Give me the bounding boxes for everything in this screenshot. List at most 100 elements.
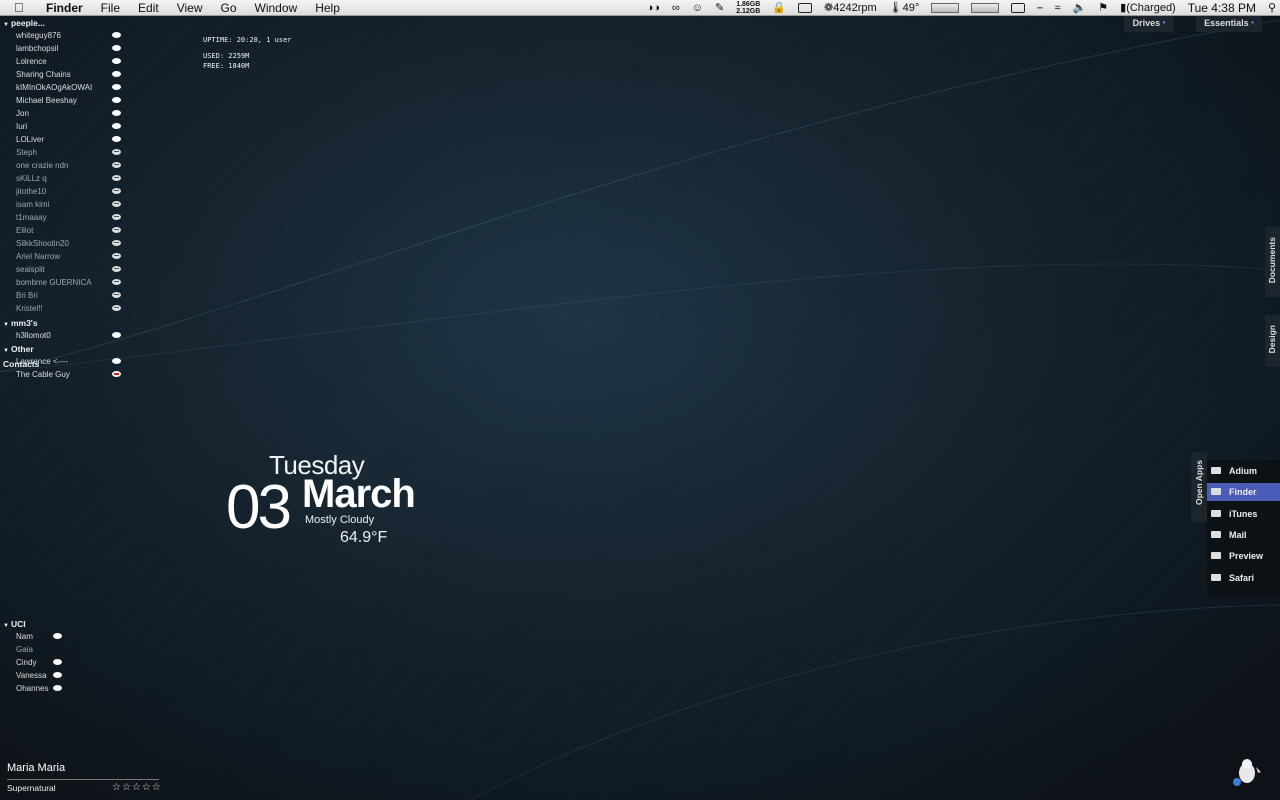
adium-status-icon[interactable]: ☺ [692,0,703,16]
apple-menu-icon[interactable]:  [14,0,28,16]
status-bubble-icon [112,71,121,77]
group-name: UCI [10,619,26,629]
bluetooth-icon[interactable] [1037,0,1042,16]
contact-name: The Cable Guy [16,370,70,379]
stack-design-label: Design [1267,325,1277,354]
disclosure-triangle-icon[interactable]: ▼ [3,623,9,629]
contact-row[interactable]: Michael Beeshay [16,94,121,107]
cloud-sync-icon[interactable]: ◑◑ [647,0,660,16]
stack-drives[interactable]: Drives • [1124,16,1174,32]
contact-row[interactable]: SilkkShootin20 [16,237,121,250]
menu-window[interactable]: Window [246,0,307,16]
open-apps-tab[interactable]: Open Apps [1191,452,1207,522]
stack-indicator-icon: • [1251,18,1254,27]
contact-row[interactable]: Cindy [16,656,66,669]
contact-row[interactable]: Bri Bri [16,289,121,302]
status-bubble-icon [112,188,121,194]
app-name: Safari [1229,572,1255,583]
contact-row[interactable]: one crazie ndn [16,159,121,172]
os-badge-icon[interactable]: ∞ [672,0,680,16]
contact-row[interactable]: LOLiver [16,133,121,146]
menu-view[interactable]: View [168,0,212,16]
temperature-monitor[interactable]: 🌡 49° [889,0,920,16]
contact-name: Gaia [16,645,33,654]
display-icon[interactable] [1011,3,1026,13]
contact-row[interactable]: Jon [16,107,121,120]
contact-row[interactable]: Vanessa [16,669,66,682]
track-rating-stars[interactable]: ☆☆☆☆☆ [112,782,162,793]
disclosure-triangle-icon[interactable]: ▼ [3,322,9,328]
disclosure-triangle-icon[interactable]: ▼ [3,348,9,354]
contact-row[interactable]: Lolrence [16,55,121,68]
us-flag-icon[interactable]: ⚑ [1098,0,1108,16]
spaces-icon[interactable] [798,3,813,13]
contact-name: bombme GUERNICA [16,278,92,287]
volume-icon[interactable]: 🔈 [1073,0,1087,16]
contact-row[interactable]: isam kimi [16,198,121,211]
lock-icon[interactable]: 🔒 [772,0,786,16]
menu-file[interactable]: File [92,0,129,16]
contact-row[interactable]: Nam [16,630,66,643]
fan-monitor[interactable]: ❁ 4242rpm [824,0,877,16]
wifi-icon[interactable]: ≈ [1055,0,1061,16]
menu-clock[interactable]: Tue 4:38 PM [1188,0,1256,16]
contact-name: SilkkShootin20 [16,239,69,248]
menu-finder[interactable]: Finder [40,0,92,16]
menu-help[interactable]: Help [306,0,349,16]
open-app-item[interactable]: iTunes [1207,505,1280,523]
contact-row[interactable]: Lawrence <---- [16,355,121,368]
contact-row[interactable]: Ohannes [16,682,66,695]
contact-row[interactable]: Iuri [16,120,121,133]
stack-essentials[interactable]: Essentials • [1196,16,1262,32]
contact-row[interactable]: kIMInOkAOgAkOWAI [16,81,121,94]
contact-row[interactable]: h3llomot0 [16,329,121,342]
group-name: peeple... [10,18,45,28]
status-bubble-icon [112,201,121,207]
open-app-item[interactable]: Mail [1207,526,1280,544]
open-app-item[interactable]: Preview [1207,547,1280,565]
wallpaper-curves [0,19,1280,800]
track-title: Maria Maria [7,762,66,774]
adium-duck-icon[interactable] [1232,755,1266,789]
stack-design[interactable]: Design [1265,315,1280,367]
app-window-icon [1211,530,1221,538]
contact-name: one crazie ndn [16,161,69,170]
contact-row[interactable]: The Cable Guy [16,368,121,381]
open-app-item[interactable]: Safari [1207,569,1280,587]
stack-documents[interactable]: Documents [1265,227,1280,297]
contact-row[interactable]: jitothe10 [16,185,121,198]
menu-edit[interactable]: Edit [129,0,168,16]
contact-row[interactable]: Steph [16,146,121,159]
battery-monitor[interactable]: ▮ (Charged) [1120,0,1176,16]
month-name: March [302,472,416,516]
contact-row[interactable]: Ariel Narrow [16,250,121,263]
disclosure-triangle-icon[interactable]: ▼ [3,22,9,28]
open-app-item[interactable]: Finder [1207,483,1280,502]
status-bubble-icon [112,227,121,233]
open-app-item[interactable]: Adium [1207,462,1280,480]
contact-row[interactable]: sealsplit [16,263,121,276]
cpu-graph[interactable] [931,3,960,13]
mobile-status-icon [53,685,62,691]
contact-row[interactable]: whiteguy876 [16,29,121,42]
open-apps-label: Open Apps [1194,460,1204,506]
contact-name: Vanessa [16,671,47,680]
spotlight-icon[interactable]: ⚲ [1268,0,1276,16]
fan-rpm: 4242rpm [833,2,877,14]
contact-row[interactable]: t1maaay [16,211,121,224]
contact-row[interactable]: Elliot [16,224,121,237]
stack-indicator-icon: • [1162,18,1166,27]
menu-go[interactable]: Go [212,0,246,16]
contact-row[interactable]: lambchopsil [16,42,121,55]
status-bubble-icon [53,659,62,665]
weather-condition: Mostly Cloudy [305,514,375,526]
network-graph[interactable] [971,3,1000,13]
contact-row[interactable]: Gaia [16,643,66,656]
memory-monitor[interactable]: 1.86GB 2.12GB [736,1,760,15]
pen-tool-icon[interactable]: ✎ [715,0,724,16]
contact-row[interactable]: Sharing Chains [16,68,121,81]
status-bubble-icon [112,136,121,142]
contact-row[interactable]: bombme GUERNICA [16,276,121,289]
contact-row[interactable]: Kristel!! [16,302,121,315]
contact-row[interactable]: sKiLLz q [16,172,121,185]
